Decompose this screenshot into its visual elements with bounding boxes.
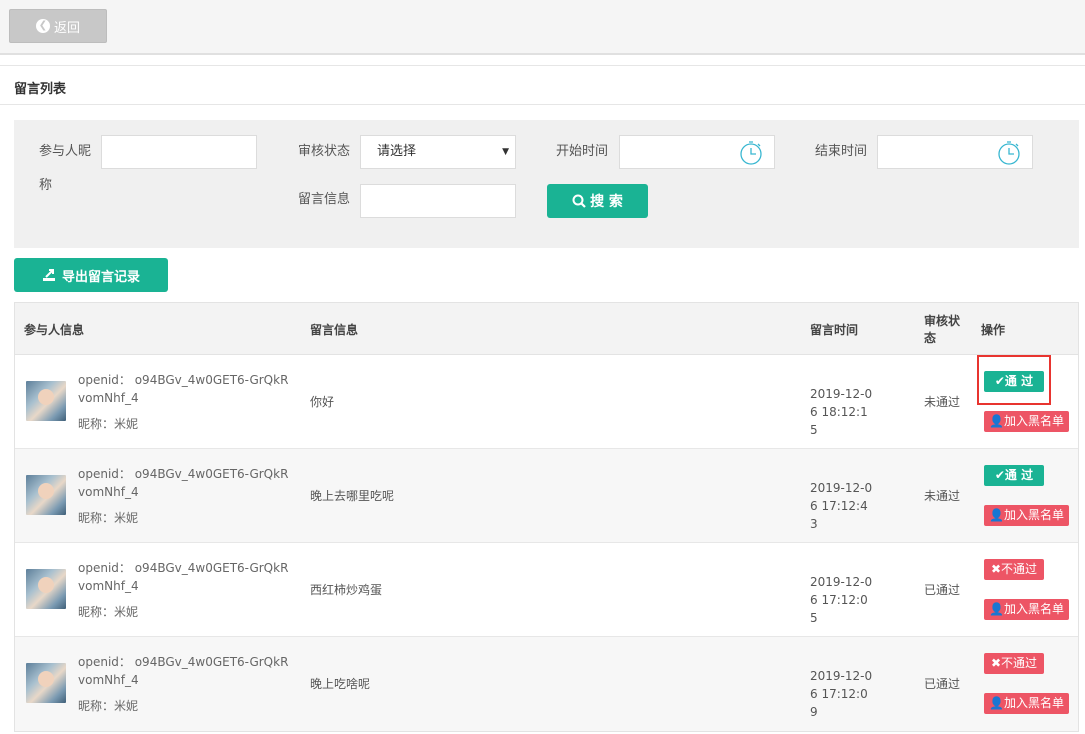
status-label: 审核状态 bbox=[298, 144, 351, 159]
nickname-label-wrap: 称 bbox=[39, 178, 53, 193]
user-icon: 👤 bbox=[989, 696, 1004, 710]
arrow-left-icon: ❮ bbox=[35, 19, 50, 33]
page-title: 留言列表 bbox=[14, 82, 67, 97]
nickname-input[interactable] bbox=[101, 135, 257, 169]
back-button-label: 返回 bbox=[53, 20, 80, 36]
nickname-text: 昵称：米妮 bbox=[78, 699, 139, 713]
blacklist-button[interactable]: 👤加入黑名单 bbox=[984, 411, 1069, 432]
header-message: 留言信息 bbox=[310, 323, 359, 337]
message-label: 留言信息 bbox=[298, 192, 351, 207]
user-icon: 👤 bbox=[989, 602, 1004, 616]
time-text: 2019-12-06 17:12:05 bbox=[810, 575, 873, 625]
blacklist-button-label: 加入黑名单 bbox=[1003, 414, 1064, 428]
blacklist-button-label: 加入黑名单 bbox=[1003, 508, 1064, 522]
top-toolbar: ❮ 返回 bbox=[0, 0, 1085, 55]
avatar bbox=[26, 569, 66, 609]
user-icon: 👤 bbox=[989, 414, 1004, 428]
caret-down-icon: ▼ bbox=[502, 147, 509, 157]
section-header: 留言列表 bbox=[0, 65, 1085, 105]
back-button[interactable]: ❮ 返回 bbox=[9, 9, 107, 43]
start-time-input[interactable] bbox=[619, 135, 775, 169]
status-select[interactable]: 请选择 ▼ bbox=[360, 135, 516, 169]
search-button-label: 搜 索 bbox=[590, 194, 623, 210]
export-button-label: 导出留言记录 bbox=[61, 269, 140, 285]
nickname-text: 昵称：米妮 bbox=[78, 605, 139, 619]
blacklist-button[interactable]: 👤加入黑名单 bbox=[984, 505, 1069, 526]
nickname-label: 参与人昵 bbox=[39, 144, 92, 159]
blacklist-button-label: 加入黑名单 bbox=[1003, 602, 1064, 616]
message-table: 参与人信息 留言信息 留言时间 审核状态 操作 openid： o94BGv_4… bbox=[14, 302, 1079, 732]
status-text: 未通过 bbox=[924, 395, 961, 409]
search-button[interactable]: 搜 索 bbox=[547, 184, 648, 218]
approve-button[interactable]: ✔通 过 bbox=[984, 465, 1044, 486]
filter-panel: 参与人昵 称 审核状态 请选择 ▼ 开始时间 结束时间 留言信息 搜 索 bbox=[14, 120, 1079, 248]
table-row: openid： o94BGv_4w0GET6-GrQkRvomNhf_4 昵称：… bbox=[15, 355, 1078, 449]
start-time-label: 开始时间 bbox=[556, 144, 609, 159]
end-time-input[interactable] bbox=[877, 135, 1033, 169]
table-row: openid： o94BGv_4w0GET6-GrQkRvomNhf_4 昵称：… bbox=[15, 543, 1078, 637]
openid-text: openid： o94BGv_4w0GET6-GrQkRvomNhf_4 bbox=[78, 467, 289, 499]
nickname-text: 昵称：米妮 bbox=[78, 417, 139, 431]
approve-button[interactable]: ✔通 过 bbox=[984, 371, 1044, 392]
time-text: 2019-12-06 18:12:15 bbox=[810, 387, 873, 437]
export-icon bbox=[42, 269, 55, 281]
blacklist-button[interactable]: 👤加入黑名单 bbox=[984, 693, 1069, 714]
clock-icon bbox=[998, 141, 1020, 165]
reject-button[interactable]: ✖不通过 bbox=[984, 559, 1044, 580]
status-text: 已通过 bbox=[924, 583, 961, 597]
avatar bbox=[26, 475, 66, 515]
openid-text: openid： o94BGv_4w0GET6-GrQkRvomNhf_4 bbox=[78, 373, 289, 405]
header-action: 操作 bbox=[981, 323, 1006, 337]
openid-text: openid： o94BGv_4w0GET6-GrQkRvomNhf_4 bbox=[78, 655, 289, 687]
message-text: 晚上去哪里吃呢 bbox=[310, 489, 395, 503]
search-icon bbox=[572, 194, 586, 208]
export-button[interactable]: 导出留言记录 bbox=[14, 258, 168, 292]
header-user: 参与人信息 bbox=[24, 323, 85, 337]
avatar bbox=[26, 663, 66, 703]
time-text: 2019-12-06 17:12:09 bbox=[810, 669, 873, 719]
status-text: 已通过 bbox=[924, 677, 961, 691]
header-status: 审核状态 bbox=[924, 314, 961, 345]
openid-text: openid： o94BGv_4w0GET6-GrQkRvomNhf_4 bbox=[78, 561, 289, 593]
time-text: 2019-12-06 17:12:43 bbox=[810, 481, 873, 531]
table-row: openid： o94BGv_4w0GET6-GrQkRvomNhf_4 昵称：… bbox=[15, 449, 1078, 543]
reject-button[interactable]: ✖不通过 bbox=[984, 653, 1044, 674]
table-header: 参与人信息 留言信息 留言时间 审核状态 操作 bbox=[15, 303, 1078, 355]
nickname-text: 昵称：米妮 bbox=[78, 511, 139, 525]
avatar bbox=[26, 381, 66, 421]
header-time: 留言时间 bbox=[810, 323, 859, 337]
message-text: 晚上吃啥呢 bbox=[310, 677, 371, 691]
status-select-value: 请选择 bbox=[377, 144, 417, 159]
message-input[interactable] bbox=[360, 184, 516, 218]
clock-icon bbox=[740, 141, 762, 165]
message-text: 西红柿炒鸡蛋 bbox=[310, 583, 383, 597]
end-time-label: 结束时间 bbox=[815, 144, 868, 159]
blacklist-button[interactable]: 👤加入黑名单 bbox=[984, 599, 1069, 620]
user-icon: 👤 bbox=[989, 508, 1004, 522]
message-text: 你好 bbox=[310, 395, 335, 409]
status-text: 未通过 bbox=[924, 489, 961, 503]
blacklist-button-label: 加入黑名单 bbox=[1003, 696, 1064, 710]
table-row: openid： o94BGv_4w0GET6-GrQkRvomNhf_4 昵称：… bbox=[15, 637, 1078, 731]
